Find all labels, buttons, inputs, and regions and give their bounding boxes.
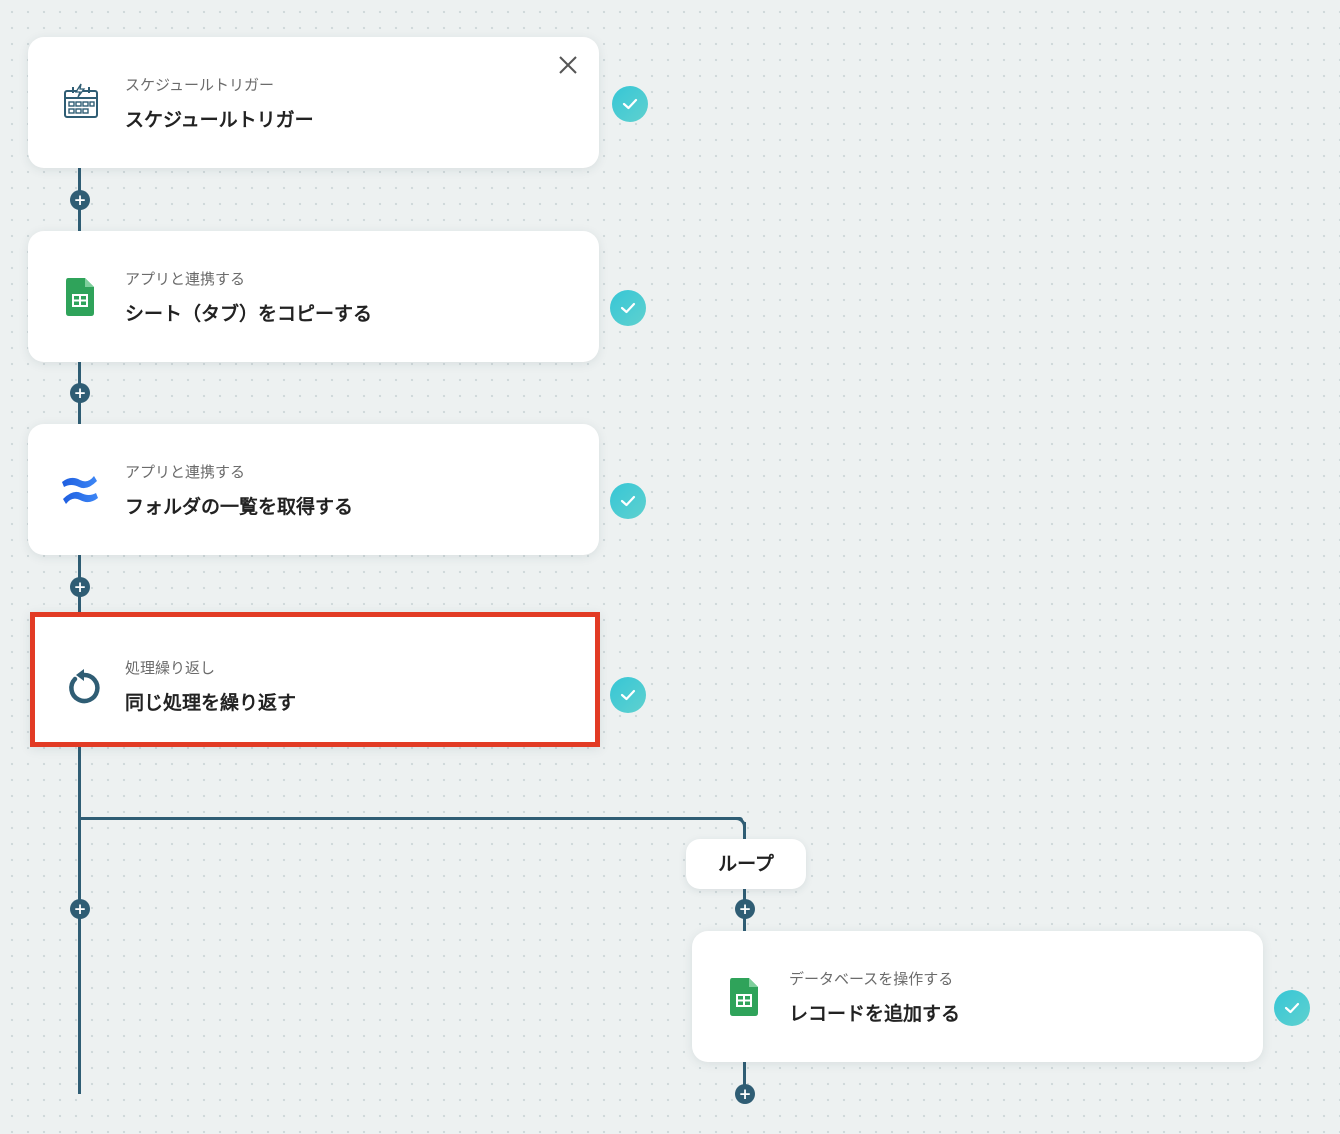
add-step-button[interactable]: + <box>735 899 755 919</box>
add-step-button[interactable]: + <box>70 899 90 919</box>
step-card-add-record[interactable]: データベースを操作する レコードを追加する <box>692 931 1263 1062</box>
connector-line-branch-end <box>743 1062 746 1086</box>
step-title: レコードを追加する <box>789 1003 961 1025</box>
step-card-loop-selected[interactable]: 処理繰り返し 同じ処理を繰り返す <box>30 612 600 747</box>
loop-branch-label: ループ <box>686 839 806 889</box>
add-step-button[interactable]: + <box>70 383 90 403</box>
close-icon[interactable] <box>556 53 580 77</box>
check-icon <box>610 290 646 326</box>
step-category: アプリと連携する <box>125 270 246 288</box>
connector-line-branch-curve <box>732 817 746 831</box>
step-category: アプリと連携する <box>125 463 246 481</box>
check-icon <box>610 677 646 713</box>
add-step-button[interactable]: + <box>735 1084 755 1104</box>
add-step-button[interactable]: + <box>70 190 90 210</box>
step-card-copy-sheet[interactable]: アプリと連携する シート（タブ）をコピーする <box>28 231 599 362</box>
step-card-schedule-trigger[interactable]: スケジュールトリガー スケジュールトリガー <box>28 37 599 168</box>
loop-arrow-icon <box>62 667 102 707</box>
connector-line-branch-horizontal <box>78 817 736 820</box>
step-category: スケジュールトリガー <box>125 76 274 94</box>
step-category: 処理繰り返し <box>125 659 216 677</box>
step-title: シート（タブ）をコピーする <box>125 303 373 325</box>
step-title: 同じ処理を繰り返す <box>125 692 297 714</box>
add-step-button[interactable]: + <box>70 577 90 597</box>
check-icon <box>612 86 648 122</box>
check-icon <box>1274 990 1310 1026</box>
step-category: データベースを操作する <box>789 970 954 988</box>
schedule-calendar-icon <box>60 81 102 123</box>
step-title: フォルダの一覧を取得する <box>125 496 354 518</box>
check-icon <box>610 483 646 519</box>
step-card-get-folder-list[interactable]: アプリと連携する フォルダの一覧を取得する <box>28 424 599 555</box>
google-sheets-icon <box>726 977 762 1017</box>
confluence-icon <box>60 470 100 510</box>
google-sheets-icon <box>62 277 98 317</box>
step-title: スケジュールトリガー <box>125 109 314 131</box>
